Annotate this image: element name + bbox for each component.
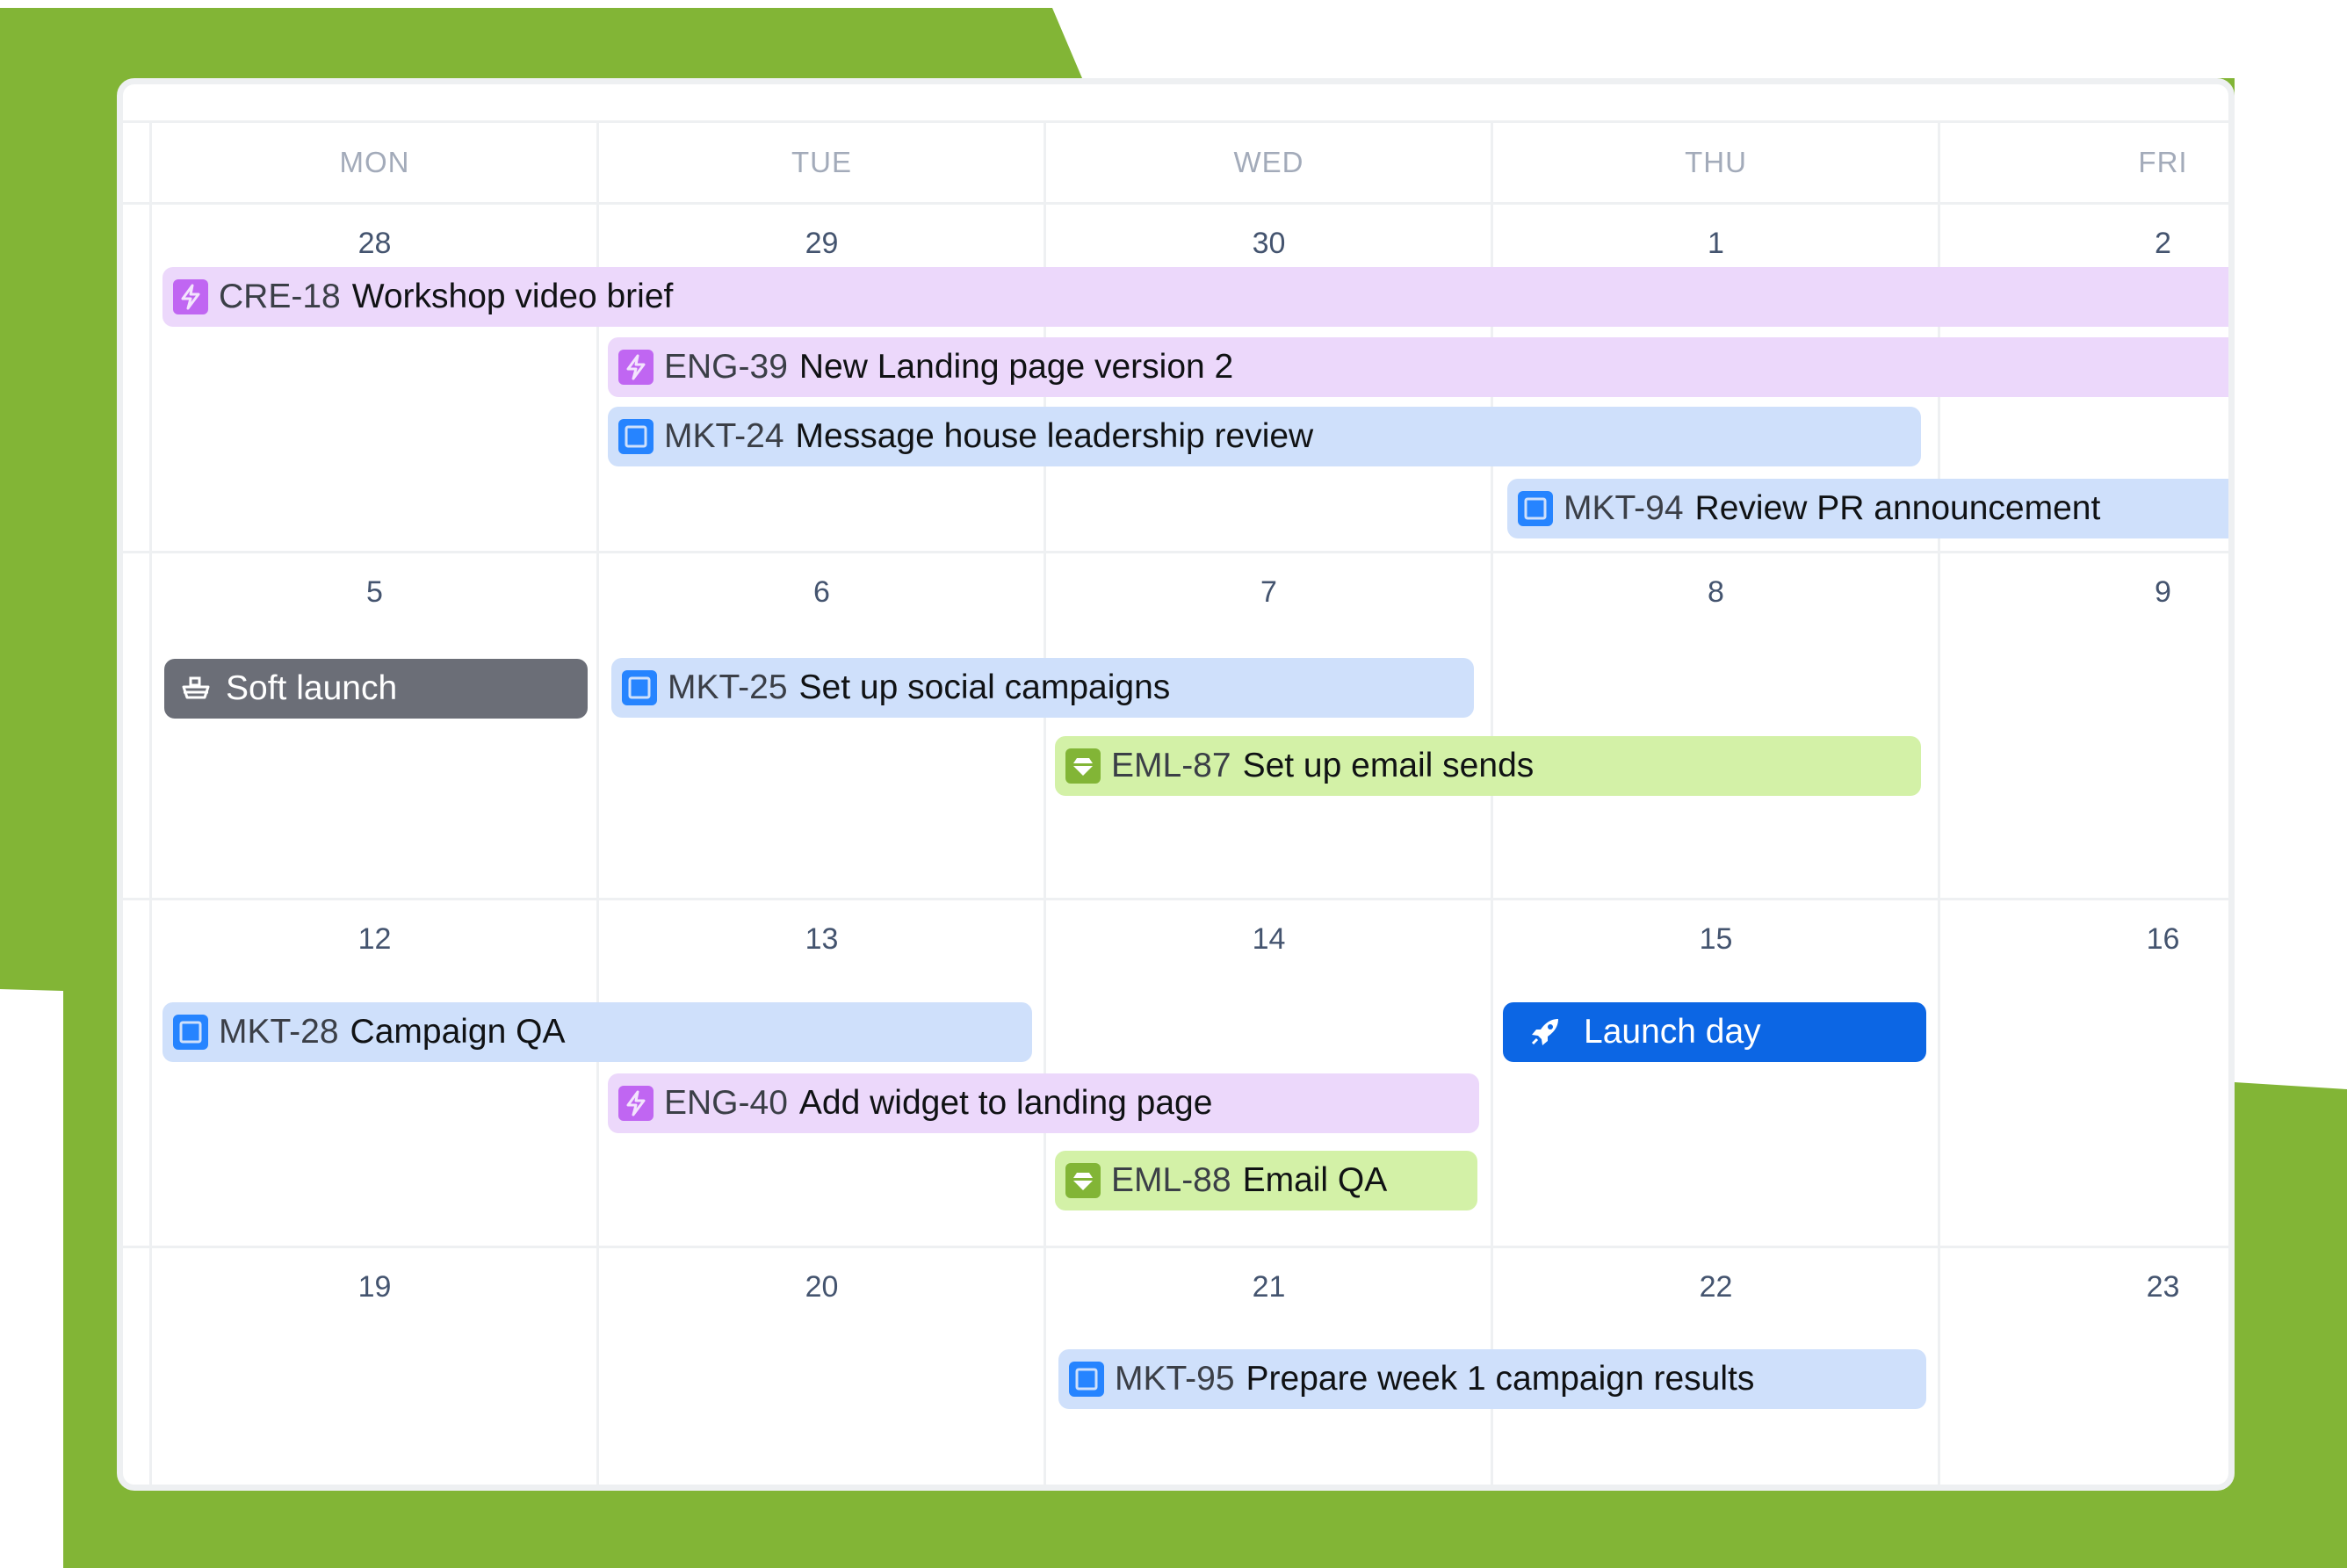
- event-bar-mkt-25[interactable]: MKT-25 Set up social campaigns: [611, 658, 1474, 718]
- task-square-icon: [1069, 1362, 1104, 1397]
- day-number[interactable]: 5: [151, 575, 598, 610]
- event-title: New Landing page version 2: [798, 348, 1234, 386]
- day-number[interactable]: 28: [151, 227, 598, 261]
- event-bar-cre-18[interactable]: CRE-18 Workshop video brief: [162, 267, 2228, 327]
- event-title: Set up email sends: [1242, 747, 1535, 784]
- day-number[interactable]: 13: [598, 922, 1045, 957]
- weekday-header-wed: WED: [1233, 146, 1304, 178]
- event-key: EML-88: [1111, 1161, 1231, 1199]
- event-title: Message house leadership review: [795, 417, 1314, 455]
- grid-line: [123, 120, 2228, 123]
- day-number[interactable]: 12: [151, 922, 598, 957]
- grid-line: [123, 551, 2228, 553]
- event-title: Campaign QA: [350, 1013, 566, 1051]
- weekday-header-mon: MON: [339, 146, 410, 178]
- lightning-icon: [173, 279, 208, 314]
- day-number[interactable]: 23: [1939, 1270, 2228, 1304]
- task-square-icon: [618, 419, 654, 454]
- calendar-grid: MON TUE WED THU FRI 28 29 30 1 2 5 6 7 8…: [123, 84, 2228, 1485]
- event-title: Add widget to landing page: [798, 1084, 1213, 1122]
- event-key: CRE-18: [219, 278, 341, 315]
- event-bar-eng-39[interactable]: ENG-39 New Landing page version 2: [608, 337, 2228, 397]
- event-title: Review PR announcement: [1694, 489, 2101, 527]
- day-number[interactable]: 8: [1492, 575, 1939, 610]
- event-title: Launch day: [1584, 1013, 1761, 1051]
- rocket-icon: [1526, 1015, 1564, 1050]
- day-number[interactable]: 22: [1492, 1270, 1939, 1304]
- day-number[interactable]: 1: [1492, 227, 1939, 261]
- event-bar-mkt-94[interactable]: MKT-94 Review PR announcement: [1507, 479, 2228, 538]
- event-bar-mkt-28[interactable]: MKT-28 Campaign QA: [162, 1002, 1032, 1062]
- event-key: MKT-95: [1115, 1360, 1235, 1398]
- event-title: Prepare week 1 campaign results: [1246, 1360, 1755, 1398]
- lightning-icon: [618, 1086, 654, 1121]
- day-number[interactable]: 14: [1045, 922, 1492, 957]
- lightning-icon: [618, 350, 654, 385]
- grid-line: [123, 1246, 2228, 1248]
- day-number[interactable]: 15: [1492, 922, 1939, 957]
- weekday-header-thu: THU: [1685, 146, 1747, 178]
- event-bar-mkt-95[interactable]: MKT-95 Prepare week 1 campaign results: [1058, 1349, 1926, 1409]
- ship-icon: [177, 671, 215, 706]
- day-number[interactable]: 6: [598, 575, 1045, 610]
- event-bar-eml-88[interactable]: EML-88 Email QA: [1055, 1151, 1477, 1210]
- task-square-icon: [1518, 491, 1553, 526]
- event-key: MKT-24: [664, 417, 784, 455]
- grid-line: [123, 202, 2228, 205]
- event-key: ENG-40: [664, 1084, 788, 1122]
- task-square-icon: [173, 1015, 208, 1050]
- event-key: ENG-39: [664, 348, 788, 386]
- weekday-header-tue: TUE: [791, 146, 852, 178]
- event-bar-mkt-24[interactable]: MKT-24 Message house leadership review: [608, 407, 1921, 466]
- event-key: EML-87: [1111, 747, 1231, 784]
- day-number[interactable]: 7: [1045, 575, 1492, 610]
- milestone-launch-day[interactable]: Launch day: [1503, 1002, 1926, 1062]
- day-number[interactable]: 20: [598, 1270, 1045, 1304]
- event-title: Soft launch: [226, 669, 398, 707]
- event-key: MKT-28: [219, 1013, 339, 1051]
- event-bar-eml-87[interactable]: EML-87 Set up email sends: [1055, 736, 1921, 796]
- event-bar-eng-40[interactable]: ENG-40 Add widget to landing page: [608, 1073, 1479, 1133]
- task-square-icon: [622, 670, 657, 705]
- event-title: Workshop video brief: [351, 278, 674, 315]
- day-number[interactable]: 2: [1939, 227, 2228, 261]
- day-number[interactable]: 19: [151, 1270, 598, 1304]
- day-number[interactable]: 29: [598, 227, 1045, 261]
- event-key: MKT-25: [668, 668, 788, 706]
- day-number[interactable]: 16: [1939, 922, 2228, 957]
- grid-line: [123, 898, 2228, 900]
- weekday-header-fri: FRI: [2138, 146, 2188, 178]
- event-title: Email QA: [1242, 1161, 1388, 1199]
- milestone-soft-launch[interactable]: Soft launch: [164, 659, 588, 719]
- gem-icon: [1065, 748, 1101, 784]
- event-key: MKT-94: [1563, 489, 1684, 527]
- day-number[interactable]: 30: [1045, 227, 1492, 261]
- calendar-card: MON TUE WED THU FRI 28 29 30 1 2 5 6 7 8…: [117, 78, 2235, 1491]
- event-title: Set up social campaigns: [798, 668, 1171, 706]
- gem-icon: [1065, 1163, 1101, 1198]
- day-number[interactable]: 9: [1939, 575, 2228, 610]
- day-number[interactable]: 21: [1045, 1270, 1492, 1304]
